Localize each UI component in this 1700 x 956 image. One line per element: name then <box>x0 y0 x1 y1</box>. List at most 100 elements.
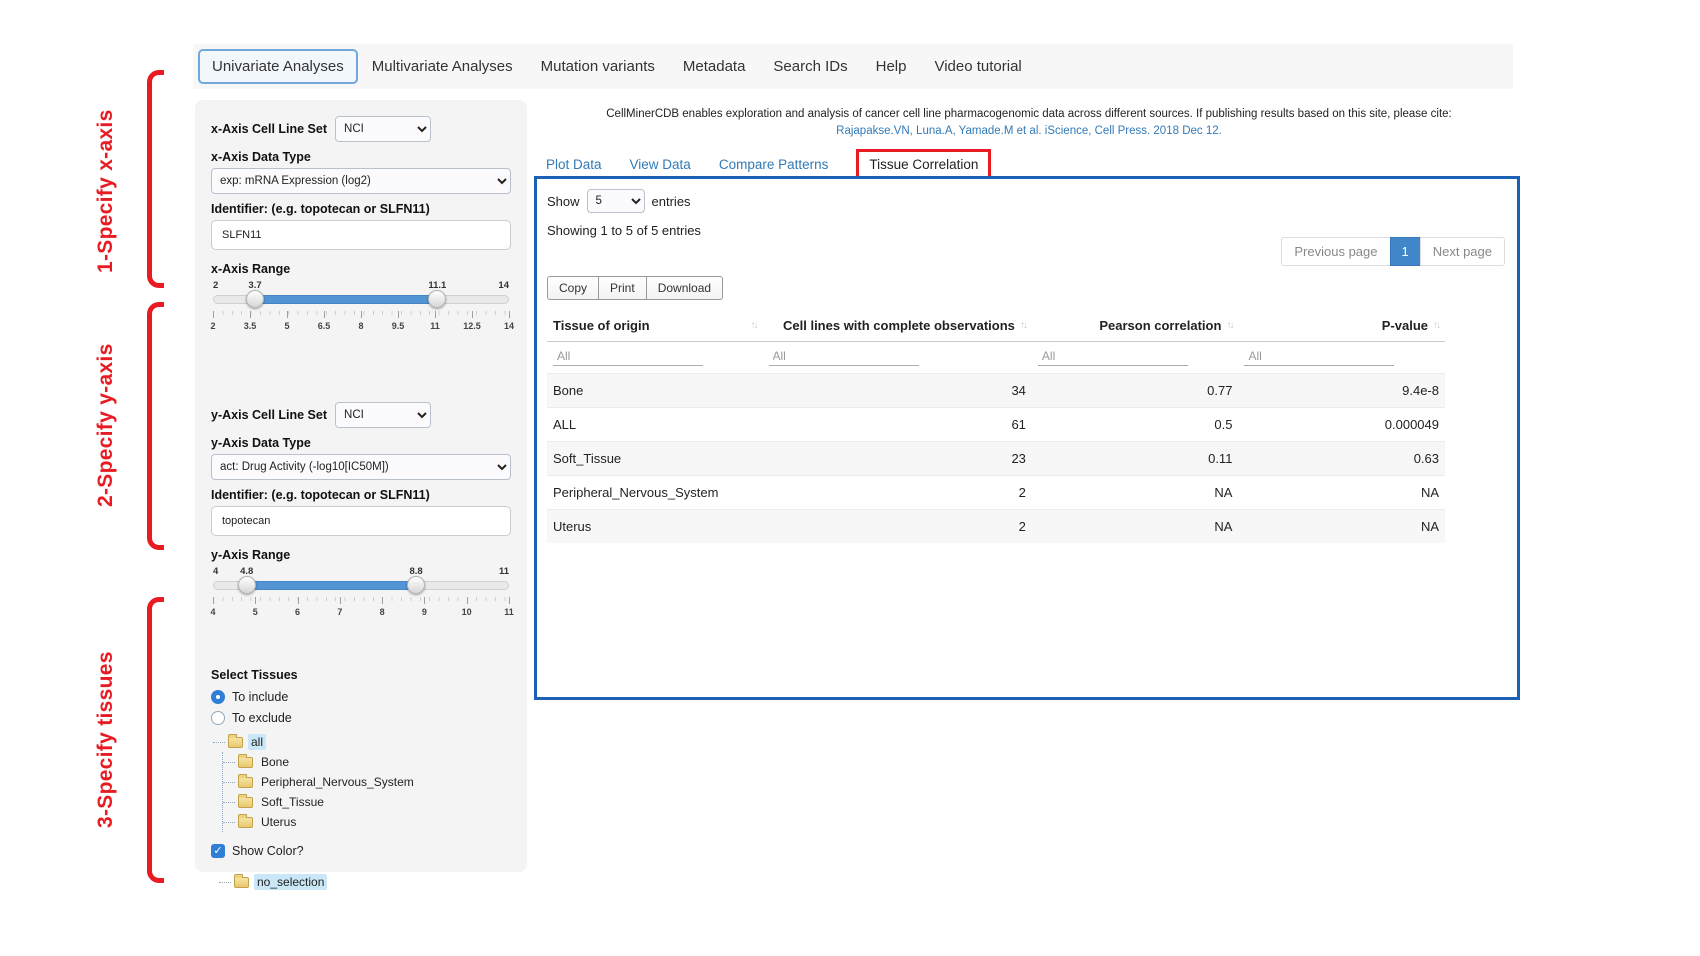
tissue-exclude-radio[interactable]: To exclude <box>211 711 511 725</box>
next-page-button[interactable]: Next page <box>1420 237 1505 266</box>
y-slider-handle-low[interactable] <box>238 576 256 594</box>
filter-cell-lines[interactable] <box>769 347 919 366</box>
previous-page-button[interactable]: Previous page <box>1281 237 1390 266</box>
select-tissues-label: Select Tissues <box>211 668 511 682</box>
cell-count: 61 <box>763 408 1032 442</box>
x-identifier-label: Identifier: (e.g. topotecan or SLFN11) <box>211 202 511 216</box>
tissue-exclude-label: To exclude <box>232 711 292 725</box>
citation-link[interactable]: Rajapakse.VN, Luna.A, Yamade.M et al. iS… <box>543 125 1515 137</box>
entries-label: entries <box>652 194 691 209</box>
y-range-slider[interactable]: 4 11 4.8 8.8 4 5 6 7 8 9 10 11 <box>213 566 509 628</box>
tab-multivariate-analyses[interactable]: Multivariate Analyses <box>358 49 527 84</box>
annotation-step3-label: 3-Specify tissues <box>94 596 136 884</box>
tree-connector <box>223 822 235 823</box>
x-slider-handle-low[interactable] <box>246 290 264 308</box>
page-number-button[interactable]: 1 <box>1390 237 1421 266</box>
subtab-view-data[interactable]: View Data <box>630 157 691 172</box>
table-row[interactable]: Peripheral_Nervous_System 2 NA NA <box>547 476 1445 510</box>
x-cell-line-set-select[interactable]: NCI <box>335 116 431 142</box>
folder-icon <box>238 757 253 768</box>
filter-p-value[interactable] <box>1244 347 1394 366</box>
y-slider-bar[interactable] <box>247 581 416 590</box>
tree-connector <box>223 782 235 783</box>
x-data-type-label: x-Axis Data Type <box>211 150 511 164</box>
y-slider-handle-high[interactable] <box>407 576 425 594</box>
table-export-buttons: Copy Print Download <box>547 276 722 300</box>
cell-count: 23 <box>763 442 1032 476</box>
x-slider-grid: 2 3.5 5 6.5 8 9.5 11 12.5 14 <box>213 311 509 339</box>
y-data-type-select[interactable]: act: Drug Activity (-log10[IC50M]) <box>211 454 511 480</box>
cell-tissue: Soft_Tissue <box>547 442 763 476</box>
header-pearson-correlation[interactable]: Pearson correlation <box>1032 310 1239 342</box>
show-color-row[interactable]: Show Color? <box>211 844 511 858</box>
annotation-step1-label: 1-Specify x-axis <box>94 85 136 297</box>
x-range-slider[interactable]: 2 14 3.7 11.1 2 3.5 5 6.5 8 9.5 11 12.5 … <box>213 280 509 342</box>
intro-text: CellMinerCDB enables exploration and ana… <box>543 108 1515 120</box>
x-tick: 11 <box>430 321 440 331</box>
cell-correlation: 0.11 <box>1032 442 1239 476</box>
header-cell-lines[interactable]: Cell lines with complete observations <box>763 310 1032 342</box>
tab-mutation-variants[interactable]: Mutation variants <box>527 49 669 84</box>
page-length-select[interactable]: 5 <box>587 189 645 213</box>
y-slider-max: 11 <box>499 566 509 577</box>
tab-help[interactable]: Help <box>862 49 921 84</box>
subtab-compare-patterns[interactable]: Compare Patterns <box>719 157 829 172</box>
tree-connector <box>213 742 225 743</box>
tree-connector <box>223 762 235 763</box>
x-slider-max: 14 <box>498 280 509 291</box>
x-data-type-select[interactable]: exp: mRNA Expression (log2) <box>211 168 511 194</box>
cell-pvalue: NA <box>1238 476 1445 510</box>
tab-metadata[interactable]: Metadata <box>669 49 760 84</box>
tree-connector <box>219 882 231 883</box>
tree-item-soft-tissue[interactable]: Soft_Tissue <box>258 794 327 810</box>
sort-icon[interactable] <box>1433 320 1439 331</box>
header-label: Tissue of origin <box>553 318 650 333</box>
folder-icon <box>238 797 253 808</box>
y-identifier-label: Identifier: (e.g. topotecan or SLFN11) <box>211 488 511 502</box>
table-row[interactable]: Uterus 2 NA NA <box>547 510 1445 544</box>
subtab-plot-data[interactable]: Plot Data <box>546 157 602 172</box>
main-navigation: Univariate Analyses Multivariate Analyse… <box>193 44 1513 89</box>
tab-search-ids[interactable]: Search IDs <box>759 49 861 84</box>
filter-tissue-of-origin[interactable] <box>553 347 703 366</box>
folder-icon <box>234 877 249 888</box>
radio-icon[interactable] <box>211 711 225 725</box>
header-tissue-of-origin[interactable]: Tissue of origin <box>547 310 763 342</box>
annotation-blue-box: Show 5 entries Showing 1 to 5 of 5 entri… <box>534 176 1520 700</box>
annotation-step3-bracket <box>147 597 164 883</box>
copy-button[interactable]: Copy <box>547 276 599 300</box>
table-row[interactable]: Bone 34 0.77 9.4e-8 <box>547 374 1445 408</box>
table-row[interactable]: ALL 61 0.5 0.000049 <box>547 408 1445 442</box>
x-slider-handle-high[interactable] <box>428 290 446 308</box>
folder-icon <box>238 817 253 828</box>
show-color-checkbox[interactable] <box>211 844 225 858</box>
show-color-label: Show Color? <box>232 844 304 858</box>
x-tick: 8 <box>358 321 363 331</box>
sort-icon[interactable] <box>751 320 757 331</box>
radio-icon[interactable] <box>211 690 225 704</box>
filter-pearson-correlation[interactable] <box>1038 347 1188 366</box>
tree-item-bone[interactable]: Bone <box>258 754 292 770</box>
y-range-label: y-Axis Range <box>211 548 511 562</box>
y-cell-line-set-select[interactable]: NCI <box>335 402 431 428</box>
tree-item-peripheral-nervous-system[interactable]: Peripheral_Nervous_System <box>258 774 417 790</box>
x-tick: 12.5 <box>463 321 481 331</box>
tree-item-uterus[interactable]: Uterus <box>258 814 299 830</box>
sort-icon[interactable] <box>1020 320 1026 331</box>
tissue-include-radio[interactable]: To include <box>211 690 511 704</box>
x-slider-bar[interactable] <box>255 295 437 304</box>
tab-univariate-analyses[interactable]: Univariate Analyses <box>198 49 358 84</box>
tab-video-tutorial[interactable]: Video tutorial <box>920 49 1035 84</box>
show-entries-control: Show 5 entries <box>547 189 691 213</box>
print-button[interactable]: Print <box>598 276 647 300</box>
tissue-tree: all Bone Peripheral_Nervous_System Soft_… <box>213 732 511 832</box>
y-identifier-input[interactable] <box>211 506 511 536</box>
tree-item-all[interactable]: all <box>248 734 266 750</box>
x-identifier-input[interactable] <box>211 220 511 250</box>
cell-correlation: 0.77 <box>1032 374 1239 408</box>
header-p-value[interactable]: P-value <box>1238 310 1445 342</box>
table-row[interactable]: Soft_Tissue 23 0.11 0.63 <box>547 442 1445 476</box>
tree-item-no-selection[interactable]: no_selection <box>254 874 327 890</box>
sort-icon[interactable] <box>1226 320 1232 331</box>
download-button[interactable]: Download <box>646 276 723 300</box>
